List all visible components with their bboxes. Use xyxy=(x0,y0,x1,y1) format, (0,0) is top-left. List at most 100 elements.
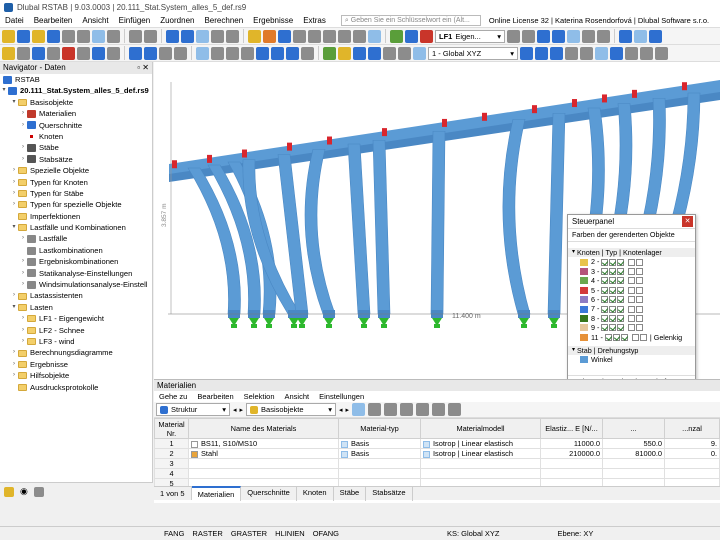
copy-icon[interactable] xyxy=(400,403,414,416)
toolbar-tool-icon[interactable] xyxy=(62,29,75,43)
menu-item-7[interactable]: Extras xyxy=(298,14,331,28)
support-icon[interactable] xyxy=(229,318,239,328)
knoten-item[interactable]: 7 - xyxy=(568,304,695,313)
tree-item[interactable]: › Hilfsobjekte xyxy=(0,370,152,381)
toolbar-tool-icon[interactable] xyxy=(159,46,172,60)
tree-item[interactable]: Imperfektionen xyxy=(0,211,152,222)
checkbox[interactable] xyxy=(636,296,644,304)
checkbox-checked[interactable] xyxy=(601,324,609,332)
search-input[interactable]: ⌕ Geben Sie ein Schlüsselwort ein (Alt... xyxy=(340,15,481,26)
tree-item[interactable]: › Ergebnisse xyxy=(0,359,152,370)
chevron-right-icon[interactable]: › xyxy=(10,370,18,381)
chevron-right-icon[interactable]: › xyxy=(19,233,27,244)
support-icon[interactable] xyxy=(359,318,369,328)
chevron-down-icon[interactable]: ▾ xyxy=(10,302,18,313)
delete-icon[interactable] xyxy=(432,403,446,416)
tree-item[interactable]: › Querschnitte xyxy=(0,120,152,131)
extra-cell[interactable]: 0. xyxy=(664,448,720,459)
next-icon[interactable]: ▸ xyxy=(346,406,350,414)
toolbar-tool-icon[interactable] xyxy=(338,29,351,43)
tree-item[interactable]: › LF3 - wind xyxy=(0,336,152,347)
tree-item[interactable]: › Spezielle Objekte xyxy=(0,165,152,176)
toolbar-tool-icon[interactable] xyxy=(619,29,632,43)
materials-menu-item[interactable]: Gehe zu xyxy=(154,391,192,402)
toolbar-tool-icon[interactable] xyxy=(196,46,209,60)
checkbox-checked[interactable] xyxy=(609,258,617,266)
column-member[interactable] xyxy=(430,130,446,315)
view-tab-icon[interactable] xyxy=(33,486,44,497)
toolbar-tool-icon[interactable] xyxy=(383,46,396,60)
table-row[interactable]: 1 BS11, S10/MS10 Basis Isotrop | Linear ela… xyxy=(154,438,720,449)
toolbar-tool-icon[interactable] xyxy=(582,29,595,43)
material-model-cell[interactable] xyxy=(420,458,541,469)
material-type-cell[interactable] xyxy=(338,458,421,469)
knoten-section-header[interactable]: ▾ Knoten | Typ | Knotenlager xyxy=(568,248,695,258)
checkbox-checked[interactable] xyxy=(617,286,625,294)
prev-icon[interactable]: ◂ xyxy=(339,406,343,414)
chevron-right-icon[interactable]: › xyxy=(10,199,18,210)
material-type-cell[interactable] xyxy=(338,468,421,479)
toolbar-tool-icon[interactable] xyxy=(323,46,336,60)
view-tool-icon[interactable] xyxy=(610,46,623,60)
checkbox-checked[interactable] xyxy=(601,296,609,304)
chevron-right-icon[interactable]: › xyxy=(19,279,27,290)
column-member[interactable] xyxy=(304,148,336,315)
support-icon[interactable] xyxy=(549,318,559,328)
stab-section-header[interactable]: ▾ Stab | Drehungstyp xyxy=(568,345,695,356)
tree-item[interactable]: › Typen für Knoten xyxy=(0,177,152,188)
materials-menu-item[interactable]: Ansicht xyxy=(280,391,315,402)
table-row[interactable]: 4 xyxy=(154,468,720,479)
tab-0[interactable]: Materialien xyxy=(191,486,242,501)
toolbar-tool-icon[interactable] xyxy=(390,29,403,43)
struktur-combo[interactable]: Struktur ▾ xyxy=(156,403,230,416)
loadcase-combo[interactable]: LF1 Eigen... ▾ xyxy=(435,29,505,43)
checkbox[interactable] xyxy=(636,314,644,322)
toolbar-tool-icon[interactable] xyxy=(196,29,209,43)
tab-1[interactable]: Querschnitte xyxy=(241,486,297,501)
checkbox[interactable] xyxy=(639,333,647,341)
materials-menu-item[interactable]: Bearbeiten xyxy=(192,391,238,402)
checkbox-checked[interactable] xyxy=(620,333,628,341)
view-tool-icon[interactable] xyxy=(520,46,533,60)
view-tool-icon[interactable] xyxy=(595,46,608,60)
toolbar-tool-icon[interactable] xyxy=(47,46,60,60)
chevron-right-icon[interactable]: › xyxy=(10,359,18,370)
column-member[interactable] xyxy=(372,139,391,315)
node-marker[interactable] xyxy=(632,89,637,98)
support-icon[interactable] xyxy=(297,318,307,328)
tree-item[interactable]: ▾ Lasten xyxy=(0,302,152,313)
toolbar-tool-icon[interactable] xyxy=(226,46,239,60)
checkbox[interactable] xyxy=(628,305,636,313)
knoten-item[interactable]: 11 - | Gelenkig xyxy=(568,333,695,342)
toolbar-tool-icon[interactable] xyxy=(405,29,418,43)
checkbox[interactable] xyxy=(636,258,644,266)
checkbox[interactable] xyxy=(628,286,636,294)
toolbar-tool-icon[interactable] xyxy=(32,29,45,43)
checkbox[interactable] xyxy=(628,296,636,304)
menu-item-3[interactable]: Einfügen xyxy=(114,14,156,28)
tree-item[interactable]: › Statikanalyse-Einstellungen xyxy=(0,268,152,279)
knoten-item[interactable]: 2 - xyxy=(568,257,695,266)
node-marker[interactable] xyxy=(532,105,537,114)
view-tool-icon[interactable] xyxy=(625,46,638,60)
view-tool-icon[interactable] xyxy=(550,46,563,60)
checkbox-checked[interactable] xyxy=(617,296,625,304)
tree-item[interactable]: Ausdrucksprotokolle xyxy=(0,382,152,393)
chevron-right-icon[interactable]: › xyxy=(19,256,27,267)
material-name-cell[interactable] xyxy=(188,458,339,469)
checkbox-checked[interactable] xyxy=(601,267,609,275)
toolbar-tool-icon[interactable] xyxy=(174,46,187,60)
tree-item[interactable]: › Typen für Stäbe xyxy=(0,188,152,199)
toolbar-tool-icon[interactable] xyxy=(293,29,306,43)
node-marker[interactable] xyxy=(442,118,447,127)
toolbar-tool-icon[interactable] xyxy=(398,46,411,60)
tree-item[interactable]: › Berechnungsdiagramme xyxy=(0,347,152,358)
tree-item[interactable]: › Materialien xyxy=(0,108,152,119)
chevron-down-icon[interactable]: ▾ xyxy=(10,97,18,108)
emod-cell[interactable] xyxy=(540,468,603,479)
collapse-icon[interactable]: ▾ xyxy=(572,346,575,355)
tree-item[interactable]: ▾ Lastfälle und Kombinationen xyxy=(0,222,152,233)
support-icon[interactable] xyxy=(432,318,442,328)
checkbox[interactable] xyxy=(636,267,644,275)
support-icon[interactable] xyxy=(379,318,389,328)
